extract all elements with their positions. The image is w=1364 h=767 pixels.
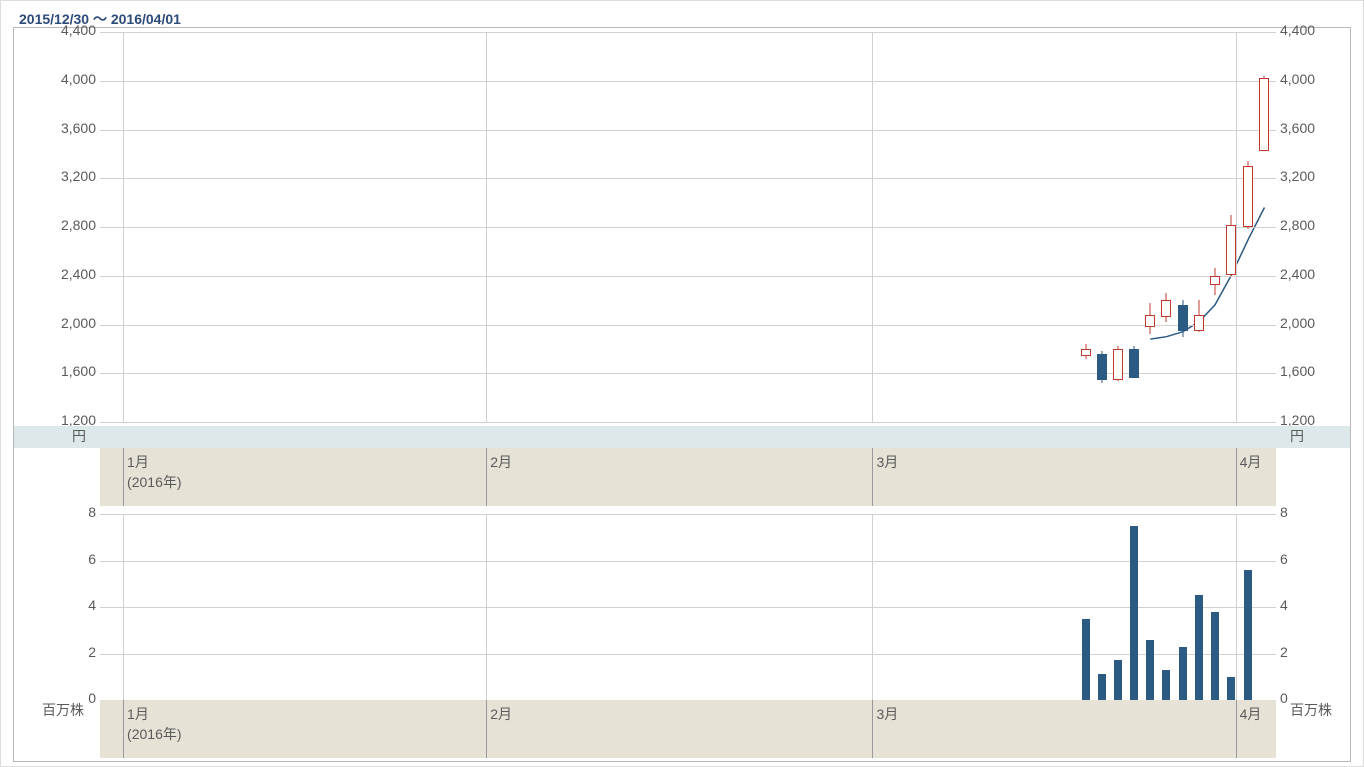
candle[interactable] xyxy=(1194,32,1204,422)
candle[interactable] xyxy=(1210,32,1220,422)
price-x-axis: 1月(2016年) 2月 3月 4月 xyxy=(100,448,1276,506)
price-ytick-left: 2,800 xyxy=(36,217,96,233)
x-tick-label: 3月 xyxy=(876,452,898,472)
volume-bar[interactable] xyxy=(1244,570,1252,700)
candle[interactable] xyxy=(1097,32,1107,422)
volume-bar[interactable] xyxy=(1195,595,1203,700)
price-ytick-right: 4,400 xyxy=(1280,22,1340,38)
price-unit-bar: 円 円 xyxy=(14,426,1350,448)
price-ytick-right: 2,800 xyxy=(1280,217,1340,233)
candle[interactable] xyxy=(1081,32,1091,422)
price-ytick-left: 2,400 xyxy=(36,266,96,282)
volume-ytick-right: 2 xyxy=(1280,644,1340,660)
volume-ytick-right: 0 xyxy=(1280,690,1340,706)
x-tick-label: 4月 xyxy=(1240,704,1262,724)
price-plot-area[interactable] xyxy=(100,32,1276,422)
candle[interactable] xyxy=(1259,32,1269,422)
volume-panel xyxy=(14,514,1350,700)
candle[interactable] xyxy=(1226,32,1236,422)
price-ytick-right: 4,000 xyxy=(1280,71,1340,87)
volume-ytick-left: 6 xyxy=(36,551,96,567)
candle[interactable] xyxy=(1161,32,1171,422)
volume-ytick-left: 0 xyxy=(36,690,96,706)
volume-bar[interactable] xyxy=(1082,619,1090,700)
x-tick-label: 2月 xyxy=(490,452,512,472)
price-ytick-right: 2,000 xyxy=(1280,315,1340,331)
price-unit-right: 円 xyxy=(1290,426,1304,446)
volume-bar[interactable] xyxy=(1114,660,1122,700)
x-tick-label: 1月 xyxy=(127,704,149,724)
volume-ytick-left: 4 xyxy=(36,597,96,613)
candle[interactable] xyxy=(1129,32,1139,422)
x-tick-sublabel: (2016年) xyxy=(127,472,181,492)
volume-bar[interactable] xyxy=(1227,677,1235,700)
x-tick-label: 3月 xyxy=(876,704,898,724)
price-panel: 1,2001,2001,6001,6002,0002,0002,4002,400… xyxy=(14,28,1350,448)
price-ytick-left: 1,600 xyxy=(36,363,96,379)
volume-ytick-right: 4 xyxy=(1280,597,1340,613)
volume-ytick-left: 2 xyxy=(36,644,96,660)
x-tick-sublabel: (2016年) xyxy=(127,724,181,744)
volume-ytick-left: 8 xyxy=(36,504,96,520)
price-ytick-right: 3,600 xyxy=(1280,120,1340,136)
x-tick-label: 4月 xyxy=(1240,452,1262,472)
price-ytick-left: 2,000 xyxy=(36,315,96,331)
candle[interactable] xyxy=(1113,32,1123,422)
price-ytick-right: 3,200 xyxy=(1280,168,1340,184)
x-tick-label: 1月 xyxy=(127,452,149,472)
volume-bar[interactable] xyxy=(1162,670,1170,700)
volume-x-axis: 1月(2016年) 2月 3月 4月 xyxy=(100,700,1276,758)
price-ytick-right: 1,600 xyxy=(1280,363,1340,379)
x-tick-label: 2月 xyxy=(490,704,512,724)
volume-ytick-right: 6 xyxy=(1280,551,1340,567)
volume-bar[interactable] xyxy=(1179,647,1187,700)
volume-ytick-right: 8 xyxy=(1280,504,1340,520)
volume-bar[interactable] xyxy=(1130,526,1138,700)
candle[interactable] xyxy=(1178,32,1188,422)
price-ytick-left: 4,400 xyxy=(36,22,96,38)
stock-chart-root: 2015/12/30 ～ 2016/04/01 1,2001,2001,6001… xyxy=(0,0,1364,767)
volume-bar[interactable] xyxy=(1146,640,1154,700)
candle[interactable] xyxy=(1243,32,1253,422)
price-ytick-left: 3,600 xyxy=(36,120,96,136)
price-ytick-left: 4,000 xyxy=(36,71,96,87)
price-unit-left: 円 xyxy=(72,426,86,446)
chart-frame: 1,2001,2001,6001,6002,0002,0002,4002,400… xyxy=(13,27,1351,762)
candle[interactable] xyxy=(1145,32,1155,422)
price-ytick-left: 3,200 xyxy=(36,168,96,184)
price-ytick-right: 2,400 xyxy=(1280,266,1340,282)
volume-bar[interactable] xyxy=(1211,612,1219,700)
volume-plot-area[interactable] xyxy=(100,514,1276,700)
volume-bar[interactable] xyxy=(1098,674,1106,700)
